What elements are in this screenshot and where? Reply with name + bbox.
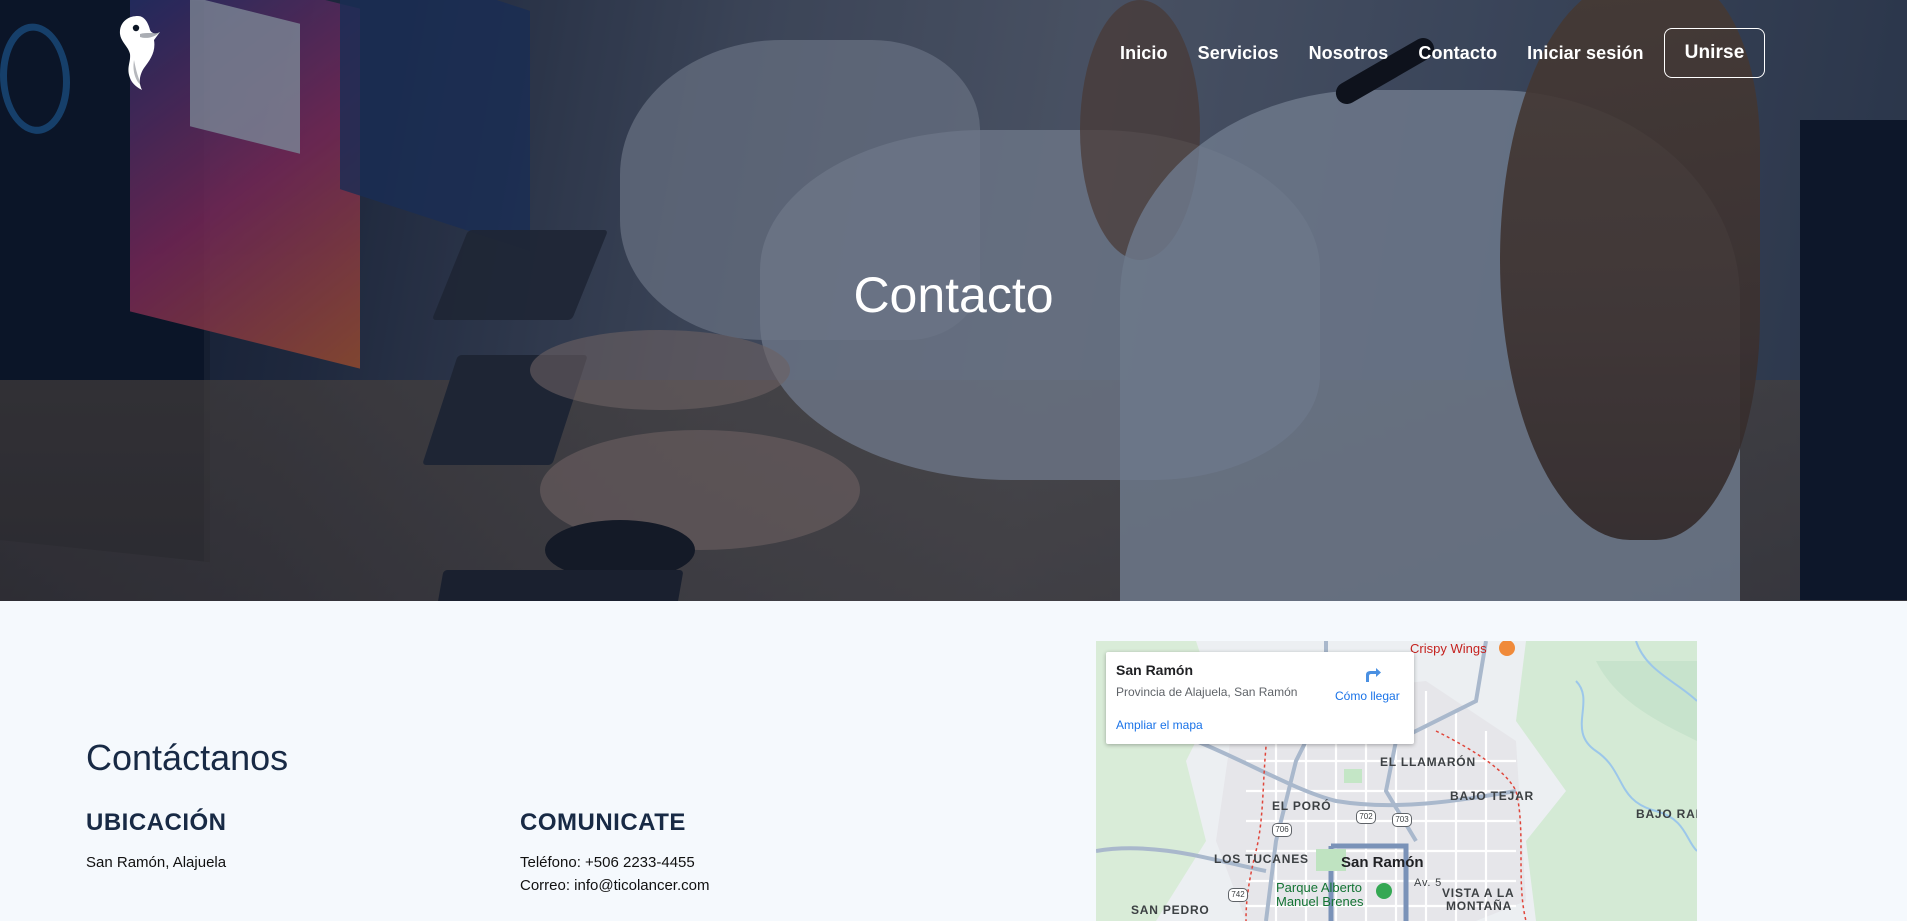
map-label-los-tucanes: LOS TUCANES	[1214, 852, 1309, 866]
email-text[interactable]: Correo: info@ticolancer.com	[520, 874, 709, 897]
nav-inicio[interactable]: Inicio	[1120, 43, 1168, 64]
location-title: UBICACIÓN	[86, 809, 227, 836]
map-label-bajo-tejar: BAJO TEJAR	[1450, 789, 1535, 803]
route-shield: 706	[1272, 823, 1292, 837]
contact-heading: Contáctanos	[86, 737, 289, 778]
map-embed[interactable]: Crispy Wings EL LLAMARÓN BAJO TEJAR BAJO…	[1096, 641, 1697, 921]
map-label-vista-1: VISTA A LA	[1442, 886, 1515, 900]
directions-icon[interactable]	[1362, 664, 1382, 684]
map-label-crispy: Crispy Wings	[1410, 641, 1487, 656]
toucan-logo[interactable]	[116, 12, 160, 92]
map-label-parque-2: Manuel Brenes	[1276, 894, 1364, 909]
map-label-bajo-ran: BAJO RAN	[1636, 807, 1697, 821]
route-shield: 702	[1356, 810, 1376, 824]
map-label-llamaron: EL LLAMARÓN	[1380, 755, 1476, 769]
nav-servicios[interactable]: Servicios	[1198, 43, 1279, 64]
map-label-vista-2: MONTAÑA	[1446, 899, 1513, 913]
map-info-card: San Ramón Provincia de Alajuela, San Ram…	[1106, 652, 1414, 744]
map-label-el-poro: EL PORÓ	[1272, 799, 1332, 813]
map-label-parque-1: Parque Alberto	[1276, 880, 1363, 895]
directions-link[interactable]: Cómo llegar	[1335, 689, 1400, 703]
main-nav: Inicio Servicios Nosotros Contacto Inici…	[1120, 28, 1766, 78]
page-title: Contacto	[853, 267, 1054, 323]
phone-text: Teléfono: +506 2233-4455	[520, 854, 695, 871]
communicate-title: COMUNICATE	[520, 809, 686, 836]
join-button[interactable]: Unirse	[1663, 28, 1766, 78]
location-text: San Ramón, Alajuela	[86, 854, 227, 871]
map-address: Provincia de Alajuela, San Ramón	[1116, 685, 1298, 699]
map-label-san-ramon: San Ramón	[1341, 854, 1424, 871]
map-label-san-pedro: SAN PEDRO	[1131, 903, 1210, 917]
map-enlarge-link[interactable]: Ampliar el mapa	[1116, 718, 1203, 732]
hero-banner: Inicio Servicios Nosotros Contacto Inici…	[0, 0, 1907, 601]
map-place-name: San Ramón	[1116, 662, 1194, 678]
nav-iniciar-sesion[interactable]: Iniciar sesión	[1527, 43, 1643, 64]
route-shield: 703	[1392, 813, 1412, 827]
map-label-av5: Av. 5	[1414, 877, 1443, 889]
nav-contacto[interactable]: Contacto	[1418, 43, 1497, 64]
route-shield: 742	[1228, 888, 1248, 902]
nav-nosotros[interactable]: Nosotros	[1309, 43, 1389, 64]
